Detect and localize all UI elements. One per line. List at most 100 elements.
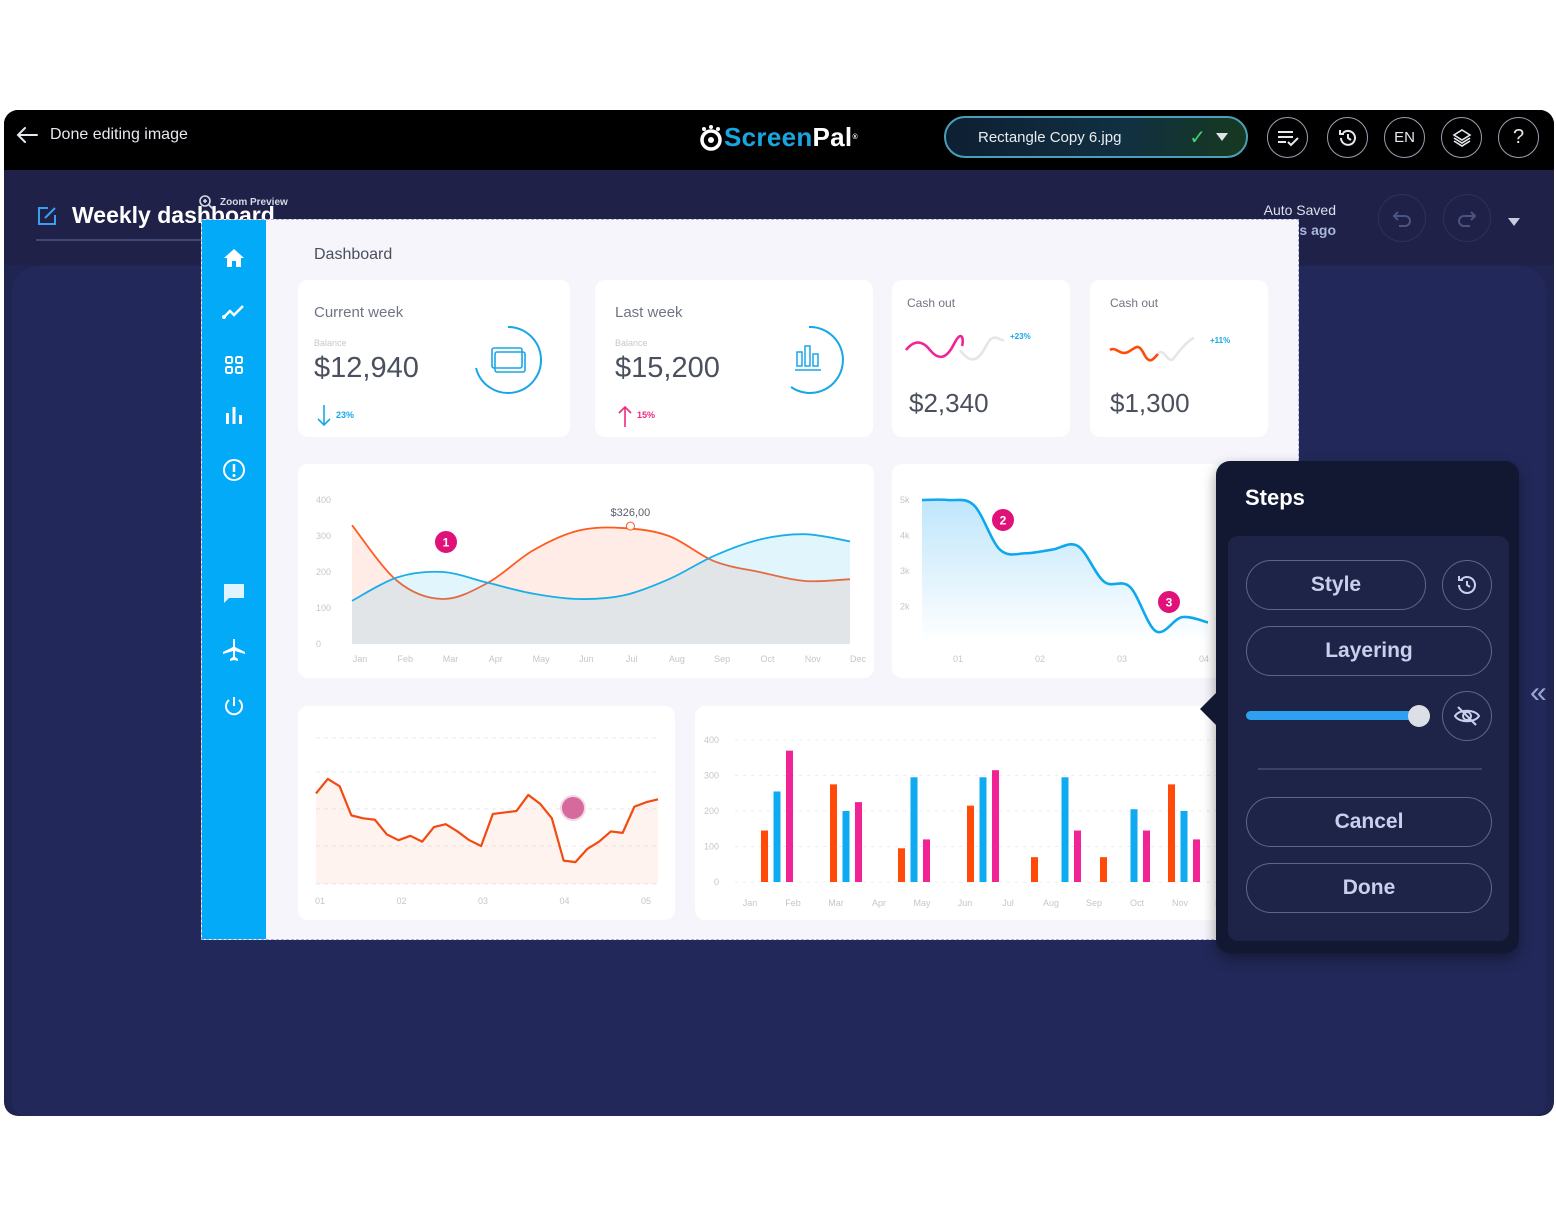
x-tick-label: Nov xyxy=(1172,898,1189,908)
undo-button[interactable] xyxy=(1378,194,1426,242)
area-fill xyxy=(922,499,1208,642)
card-sub: Balance xyxy=(615,338,648,348)
image-preview[interactable]: Dashboard Current week Balance $12,940 2… xyxy=(201,219,1299,940)
x-tick-label: 03 xyxy=(478,896,488,906)
x-tick-label: Feb xyxy=(785,898,801,908)
x-tick-label: May xyxy=(913,898,931,908)
layers-button[interactable] xyxy=(1441,117,1482,158)
sparkline-cash-out-1 xyxy=(904,334,1005,361)
file-name: Rectangle Copy 6.jpg xyxy=(978,128,1122,146)
y-tick-label: 400 xyxy=(704,735,719,745)
y-tick-label: 4k xyxy=(900,531,910,541)
done-button[interactable]: Done xyxy=(1246,863,1492,913)
bar xyxy=(1100,857,1107,882)
bar xyxy=(855,802,862,882)
step-badge-label: 2 xyxy=(1000,514,1007,528)
x-tick-label: Jan xyxy=(743,898,758,908)
arrow-up-icon xyxy=(618,405,632,427)
top-bar: Done editing image Screen Pal ® Rectangle … xyxy=(4,110,1554,170)
chart-card-1: 0 100 200 300 400 Jan Feb Mar Apr May Jun Jul Aug Sep… xyxy=(298,464,874,678)
x-tick-label: Feb xyxy=(398,654,414,664)
bar xyxy=(761,830,768,882)
x-tick-label: Jun xyxy=(579,654,594,664)
toggle-visibility-button[interactable] xyxy=(1442,691,1492,741)
home-icon[interactable] xyxy=(222,246,246,270)
bar xyxy=(1180,811,1188,882)
power-icon[interactable] xyxy=(222,694,246,718)
checklist-button[interactable] xyxy=(1267,117,1308,158)
done-editing-label: Done editing image xyxy=(50,126,188,143)
logo-mark-icon xyxy=(700,124,722,151)
card-last-week: Last week Balance $15,200 15% xyxy=(595,280,873,437)
cancel-button[interactable]: Cancel xyxy=(1246,797,1492,847)
bar xyxy=(898,848,905,882)
bar xyxy=(1074,830,1081,882)
reset-style-button[interactable] xyxy=(1442,560,1492,610)
x-tick-label: Sep xyxy=(1086,898,1102,908)
history-button[interactable] xyxy=(1327,117,1368,158)
steps-panel: Steps Style Layering Cancel Done xyxy=(1200,461,1519,953)
alert-icon[interactable] xyxy=(222,458,246,482)
chart-card-3: 01 02 03 04 05 xyxy=(298,706,675,920)
opacity-slider[interactable] xyxy=(1246,711,1422,720)
dashboard-title: Dashboard xyxy=(314,246,393,263)
y-tick-label: 0 xyxy=(316,639,321,649)
airplane-icon[interactable] xyxy=(222,638,246,662)
sparkline-cash-out-2 xyxy=(1109,336,1195,362)
more-options-caret[interactable] xyxy=(1508,218,1520,226)
bar xyxy=(830,784,837,882)
file-selector-dropdown[interactable]: Rectangle Copy 6.jpg ✓ xyxy=(944,116,1248,158)
checklist-icon xyxy=(1277,130,1299,146)
x-tick-label: 01 xyxy=(315,896,325,906)
x-tick-label: Jan xyxy=(353,654,368,664)
bar xyxy=(842,811,850,882)
undo-icon xyxy=(1392,211,1411,227)
help-icon: ? xyxy=(1512,126,1525,148)
card-label: Cash out xyxy=(1110,296,1159,310)
y-tick-label: 3k xyxy=(900,566,910,576)
y-tick-label: 300 xyxy=(316,531,331,541)
x-tick-label: Jul xyxy=(1002,898,1014,908)
dashboard-sidebar xyxy=(202,220,266,939)
bar-chart-icon[interactable] xyxy=(222,403,246,427)
bar xyxy=(773,791,781,882)
edit-icon xyxy=(38,206,56,225)
highlight-marker xyxy=(560,795,586,821)
language-label: EN xyxy=(1394,129,1415,146)
card-label: Cash out xyxy=(907,296,956,310)
done-editing-button[interactable]: Done editing image xyxy=(16,126,188,144)
card-change: 15% xyxy=(637,410,656,420)
style-button[interactable]: Style xyxy=(1246,560,1426,610)
y-tick-label: 5k xyxy=(900,495,910,505)
logo-registered: ® xyxy=(852,134,858,141)
eye-off-icon xyxy=(1453,706,1481,726)
y-tick-label: 300 xyxy=(704,771,719,781)
layers-icon xyxy=(1451,128,1472,147)
trend-icon[interactable] xyxy=(222,300,246,324)
layering-button[interactable]: Layering xyxy=(1246,626,1492,676)
redo-button[interactable] xyxy=(1443,194,1491,242)
chat-icon[interactable] xyxy=(222,582,246,606)
collapse-panel-icon[interactable]: « xyxy=(1530,676,1547,710)
x-tick-label: Jun xyxy=(958,898,973,908)
x-tick-label: Jul xyxy=(626,654,638,664)
history-icon xyxy=(1338,129,1356,146)
grid-icon[interactable] xyxy=(222,353,246,377)
y-tick-label: 400 xyxy=(316,495,331,505)
bar xyxy=(992,770,999,882)
y-tick-label: 100 xyxy=(316,603,331,613)
bar xyxy=(979,777,987,882)
card-amount: $1,300 xyxy=(1110,388,1190,418)
bar-chart-monthly: 0 100 200 300 400 Jan Feb Mar Apr May Jun Jul Aug Sep… xyxy=(704,735,1235,908)
card-amount: $12,940 xyxy=(314,352,419,384)
language-button[interactable]: EN xyxy=(1384,117,1425,158)
bar xyxy=(1061,777,1069,882)
bar xyxy=(910,777,918,882)
help-button[interactable]: ? xyxy=(1498,117,1539,158)
opacity-slider-handle[interactable] xyxy=(1408,705,1430,727)
y-tick-label: 100 xyxy=(704,842,719,852)
zoom-preview-button[interactable]: Zoom Preview xyxy=(198,194,288,210)
logo-text-screen: Screen xyxy=(724,122,813,152)
card-amount: $2,340 xyxy=(909,388,989,418)
screenpal-logo: Screen Pal ® xyxy=(698,122,858,153)
